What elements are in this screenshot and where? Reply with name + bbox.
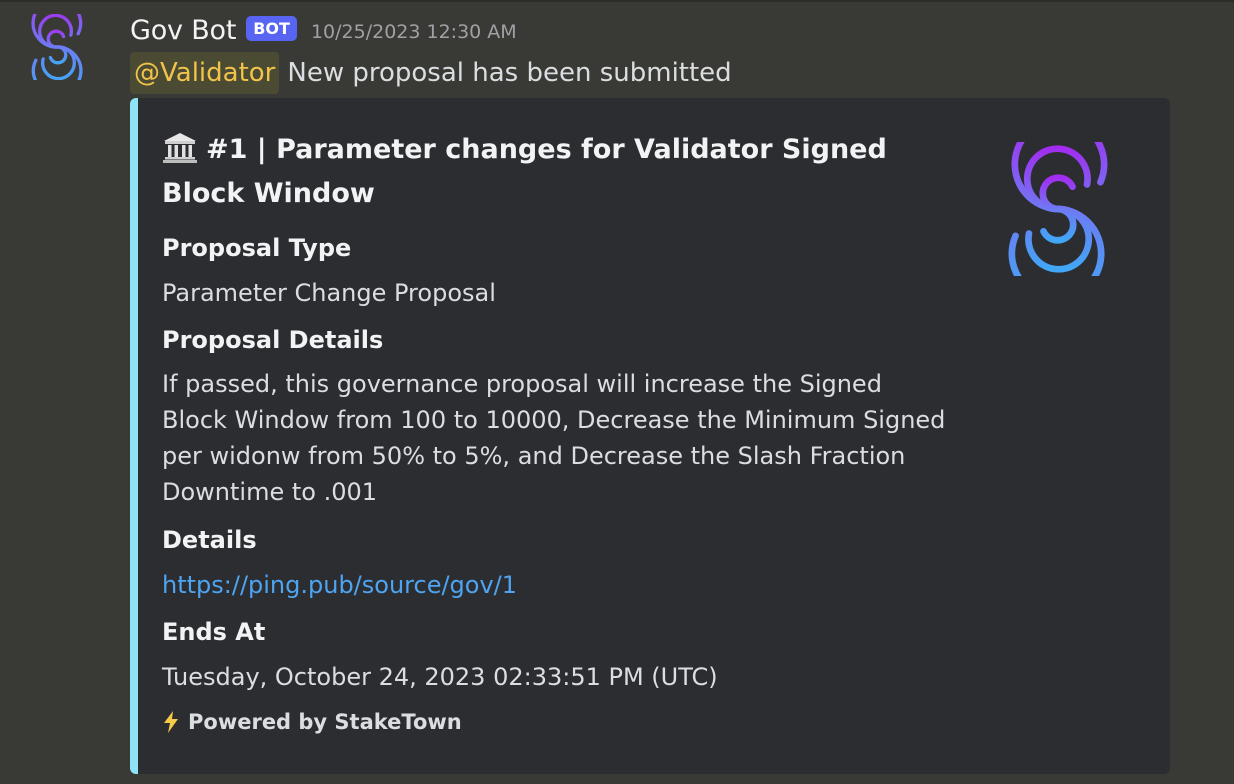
lightning-icon [164, 711, 178, 733]
field-value-proposal-type: Parameter Change Proposal [162, 279, 496, 307]
staketown-logo[interactable] [1002, 142, 1114, 276]
username[interactable]: Gov Bot [130, 15, 236, 46]
message-content: @Validator New proposal has been submitt… [130, 52, 732, 94]
embed-footer: Powered by StakeTown [162, 710, 462, 734]
message-timestamp: 10/25/2023 12:30 AM [310, 21, 517, 43]
field-name-details: Details [162, 526, 257, 554]
embed-title-text: #1 | Parameter changes for Validator Sig… [162, 134, 887, 209]
embed-accent-bar [130, 98, 138, 774]
chat-message: Gov Bot BOT 10/25/2023 12:30 AM @Validat… [0, 0, 1234, 784]
proposal-embed: #1 | Parameter changes for Validator Sig… [130, 98, 1170, 774]
field-name-proposal-details: Proposal Details [162, 326, 384, 354]
message-header: Gov Bot BOT 10/25/2023 12:30 AM [130, 10, 517, 50]
proposal-link[interactable]: https://ping.pub/source/gov/1 [162, 571, 517, 599]
field-value-proposal-details: If passed, this governance proposal will… [162, 370, 946, 506]
role-mention[interactable]: @Validator [130, 52, 280, 94]
classical-building-icon [163, 133, 197, 163]
field-value-details: https://ping.pub/source/gov/1 [162, 567, 942, 603]
message-text: New proposal has been submitted [287, 58, 732, 88]
field-name-proposal-type: Proposal Type [162, 234, 352, 262]
footer-text: Powered by StakeTown [188, 710, 462, 734]
bot-avatar[interactable] [24, 14, 90, 80]
bot-badge: BOT [246, 15, 297, 41]
field-value-ends-at: Tuesday, October 24, 2023 02:33:51 PM (U… [162, 663, 718, 691]
embed-title: #1 | Parameter changes for Validator Sig… [162, 128, 942, 216]
field-name-ends-at: Ends At [162, 618, 266, 646]
